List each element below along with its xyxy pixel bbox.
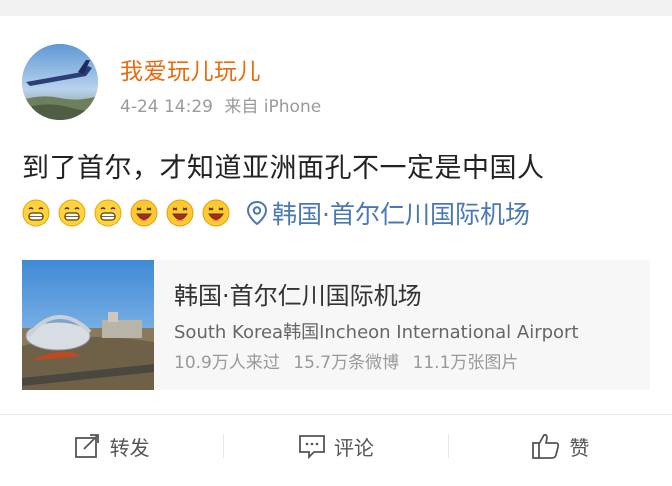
thumbs-up-icon <box>532 433 560 459</box>
avatar-image <box>22 44 98 120</box>
place-card[interactable]: 韩国·首尔仁川国际机场 South Korea韩国Incheon Interna… <box>22 260 650 390</box>
airport-thumbnail-image <box>22 260 154 390</box>
repost-button[interactable]: 转发 <box>0 432 223 461</box>
grin-emoji-icon <box>94 199 122 227</box>
username[interactable]: 我爱玩儿玩儿 <box>120 52 261 86</box>
post-meta: 4-24 14:29 来自 iPhone <box>120 92 321 117</box>
laugh-emoji-icon <box>166 199 194 227</box>
repost-label: 转发 <box>109 435 150 460</box>
like-button[interactable]: 赞 <box>449 432 672 461</box>
weibo-post-card: 我爱玩儿玩儿 4-24 14:29 来自 iPhone 到了首尔，才知道亚洲面孔… <box>0 16 672 486</box>
grin-emoji-icon <box>22 199 50 227</box>
comment-button[interactable]: 评论 <box>224 432 447 461</box>
grin-emoji-icon <box>58 199 86 227</box>
posts-count: 15.7万条微博 <box>293 353 400 373</box>
like-label: 赞 <box>569 435 590 460</box>
action-bar: 转发 评论 赞 <box>0 415 672 477</box>
laugh-emoji-icon <box>130 199 158 227</box>
place-subtitle: South Korea韩国Incheon International Airpo… <box>174 322 579 343</box>
location-link-label: 韩国·首尔仁川国际机场 <box>272 200 530 229</box>
laugh-emoji-icon <box>202 199 230 227</box>
comment-icon <box>299 435 325 459</box>
place-title: 韩国·首尔仁川国际机场 <box>174 282 422 310</box>
avatar[interactable] <box>22 44 98 120</box>
place-thumbnail <box>22 260 154 390</box>
comment-label: 评论 <box>333 435 374 460</box>
visitors-count: 10.9万人来过 <box>174 353 280 373</box>
post-source: 来自 iPhone <box>224 97 322 117</box>
photos-count: 11.1万张图片 <box>412 353 519 373</box>
emoji-row: 韩国·首尔仁川国际机场 <box>22 195 530 231</box>
place-stats: 10.9万人来过 15.7万条微博 11.1万张图片 <box>174 348 518 373</box>
post-timestamp: 4-24 14:29 <box>120 97 213 117</box>
location-link[interactable]: 韩国·首尔仁川国际机场 <box>246 195 530 231</box>
repost-icon <box>74 434 99 458</box>
location-pin-icon <box>246 200 268 226</box>
post-text: 到了首尔，才知道亚洲面孔不一定是中国人 <box>22 153 545 184</box>
